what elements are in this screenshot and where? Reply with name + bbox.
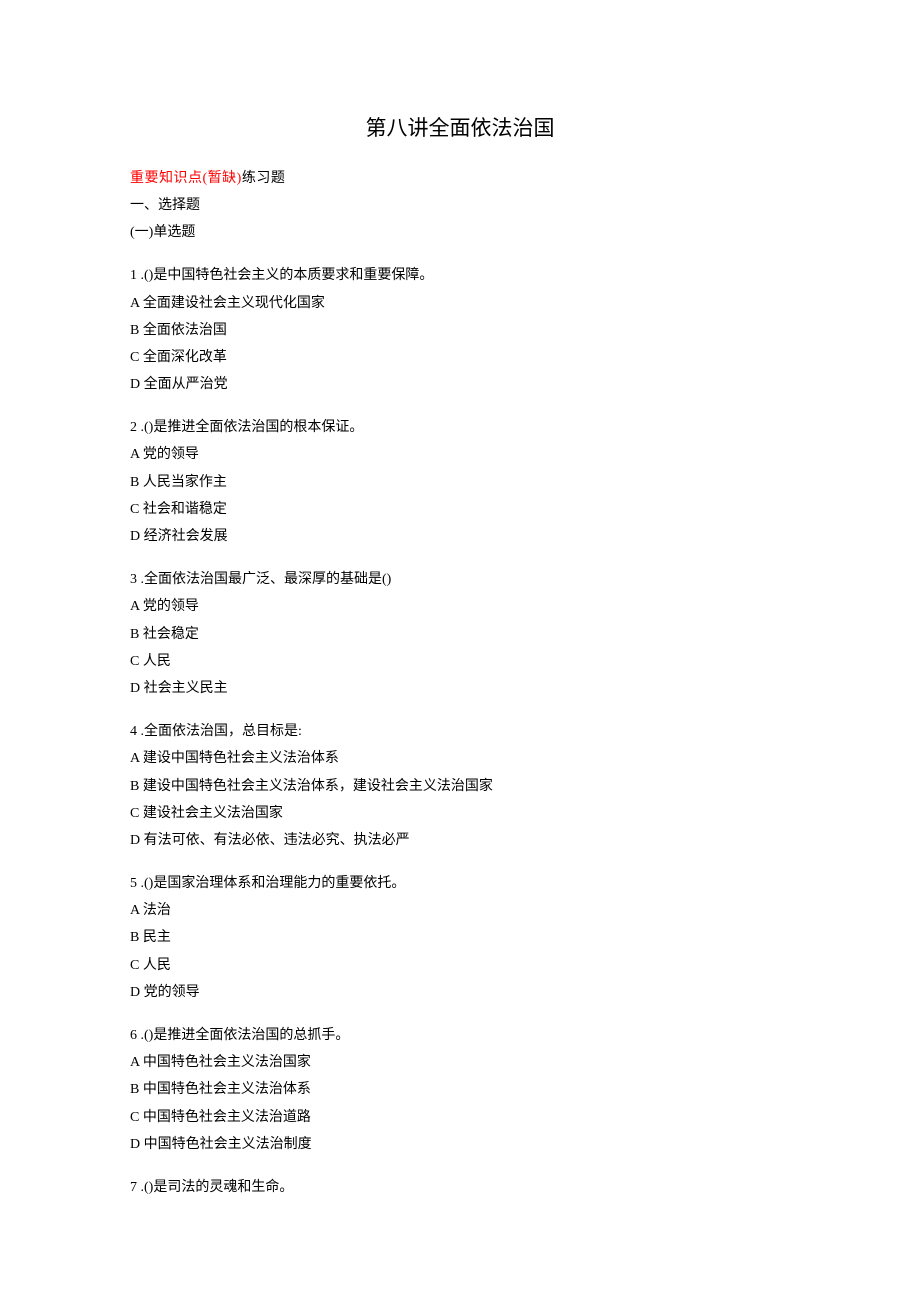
question-number: 6	[130, 1028, 137, 1043]
option-c: C 人民	[130, 649, 790, 674]
question-number: 4	[130, 724, 137, 739]
option-b: B 中国特色社会主义法治体系	[130, 1077, 790, 1102]
option-d: D 有法可依、有法必依、违法必究、执法必严	[130, 828, 790, 853]
question-stem: 7 .( )是司法的灵魂和生命。	[130, 1175, 790, 1200]
question-suffix: )是推进全面依法治国的总抓手。	[149, 1028, 350, 1043]
option-a: A 中国特色社会主义法治国家	[130, 1050, 790, 1075]
option-b: B 人民当家作主	[130, 470, 790, 495]
option-d: D 党的领导	[130, 980, 790, 1005]
question-suffix: )是国家治理体系和治理能力的重要依托。	[149, 876, 406, 891]
question-number: 2	[130, 420, 137, 435]
question-4: 4 .全面依法治国，总目标是: A 建设中国特色社会主义法治体系 B 建设中国特…	[130, 719, 790, 853]
question-prefix: .(	[137, 876, 149, 891]
option-b: B 民主	[130, 925, 790, 950]
question-suffix: )是推进全面依法治国的根本保证。	[149, 420, 364, 435]
option-b: B 建设中国特色社会主义法治体系，建设社会主义法治国家	[130, 774, 790, 799]
question-1: 1 .( )是中国特色社会主义的本质要求和重要保障。 A 全面建设社会主义现代化…	[130, 263, 790, 397]
question-prefix: .全面依法治国最广泛、最深厚的基础是(	[137, 572, 387, 587]
option-c: C 全面深化改革	[130, 345, 790, 370]
option-b: B 全面依法治国	[130, 318, 790, 343]
question-number: 5	[130, 876, 137, 891]
page-title: 第八讲全面依法治国	[130, 110, 790, 148]
question-6: 6 .( )是推进全面依法治国的总抓手。 A 中国特色社会主义法治国家 B 中国…	[130, 1023, 790, 1157]
option-c: C 人民	[130, 953, 790, 978]
option-c: C 建设社会主义法治国家	[130, 801, 790, 826]
question-number: 3	[130, 572, 137, 587]
question-stem: 6 .( )是推进全面依法治国的总抓手。	[130, 1023, 790, 1048]
question-stem: 1 .( )是中国特色社会主义的本质要求和重要保障。	[130, 263, 790, 288]
question-number: 1	[130, 268, 137, 283]
exercises-label: 练习题	[242, 171, 286, 186]
question-stem: 4 .全面依法治国，总目标是:	[130, 719, 790, 744]
question-5: 5 .( )是国家治理体系和治理能力的重要依托。 A 法治 B 民主 C 人民 …	[130, 871, 790, 1005]
question-prefix: .(	[137, 1028, 149, 1043]
question-stem: 5 .( )是国家治理体系和治理能力的重要依托。	[130, 871, 790, 896]
option-a: A 党的领导	[130, 594, 790, 619]
option-c: C 社会和谐稳定	[130, 497, 790, 522]
option-a: A 法治	[130, 898, 790, 923]
option-d: D 社会主义民主	[130, 676, 790, 701]
question-2: 2 .( )是推进全面依法治国的根本保证。 A 党的领导 B 人民当家作主 C …	[130, 415, 790, 549]
option-d: D 经济社会发展	[130, 524, 790, 549]
option-d: D 中国特色社会主义法治制度	[130, 1132, 790, 1157]
option-d: D 全面从严治党	[130, 372, 790, 397]
document-page: 第八讲全面依法治国 重要知识点(暂缺)练习题 一、选择题 (一)单选题 1 .(…	[0, 0, 920, 1301]
question-prefix: .全面依法治国，总目标是:	[137, 724, 302, 739]
question-7: 7 .( )是司法的灵魂和生命。	[130, 1175, 790, 1200]
option-b: B 社会稳定	[130, 622, 790, 647]
question-3: 3 .全面依法治国最广泛、最深厚的基础是( ) A 党的领导 B 社会稳定 C …	[130, 567, 790, 701]
question-stem: 3 .全面依法治国最广泛、最深厚的基础是( )	[130, 567, 790, 592]
section-heading: 一、选择题	[130, 193, 790, 218]
option-a: A 党的领导	[130, 442, 790, 467]
question-prefix: .(	[137, 420, 149, 435]
question-number: 7	[130, 1180, 137, 1195]
header-line: 重要知识点(暂缺)练习题	[130, 166, 790, 191]
question-prefix: .(	[137, 1180, 149, 1195]
question-suffix: )是司法的灵魂和生命。	[149, 1180, 294, 1195]
question-suffix: )是中国特色社会主义的本质要求和重要保障。	[149, 268, 434, 283]
important-points-label: 重要知识点(暂缺)	[130, 171, 242, 186]
option-a: A 建设中国特色社会主义法治体系	[130, 746, 790, 771]
option-a: A 全面建设社会主义现代化国家	[130, 291, 790, 316]
question-prefix: .(	[137, 268, 149, 283]
question-stem: 2 .( )是推进全面依法治国的根本保证。	[130, 415, 790, 440]
option-c: C 中国特色社会主义法治道路	[130, 1105, 790, 1130]
subsection-heading: (一)单选题	[130, 220, 790, 245]
question-suffix: )	[387, 572, 392, 587]
